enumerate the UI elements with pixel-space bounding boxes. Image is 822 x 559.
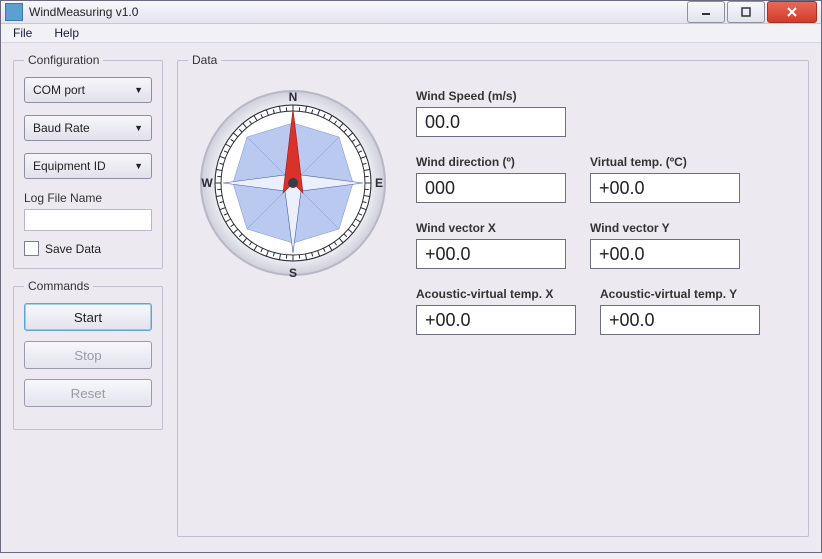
wind-direction-field: Wind direction (º) 000	[416, 155, 566, 203]
content-area: Configuration COM port ▼ Baud Rate ▼ Equ…	[1, 43, 821, 559]
wind-vector-x-label: Wind vector X	[416, 221, 566, 235]
data-legend: Data	[188, 53, 221, 67]
configuration-legend: Configuration	[24, 53, 103, 67]
cardinal-e: E	[375, 176, 383, 190]
virtual-temp-label: Virtual temp. (ºC)	[590, 155, 740, 169]
menu-file[interactable]: File	[9, 24, 36, 42]
readouts: Wind Speed (m/s) 00.0 Wind direction (º)…	[416, 83, 798, 335]
wind-vector-x-value: +00.0	[416, 239, 566, 269]
compass-wrap: N E S W	[188, 83, 398, 335]
commands-group: Commands Start Stop Reset	[13, 279, 163, 430]
baud-rate-label: Baud Rate	[33, 121, 90, 135]
chevron-down-icon: ▼	[134, 123, 143, 133]
start-button[interactable]: Start	[24, 303, 152, 331]
cardinal-s: S	[289, 266, 297, 280]
wind-speed-value: 00.0	[416, 107, 566, 137]
maximize-button[interactable]	[727, 1, 765, 23]
menu-help[interactable]: Help	[50, 24, 83, 42]
window-controls	[687, 1, 817, 23]
right-column: Data	[177, 53, 809, 547]
close-button[interactable]	[767, 1, 817, 23]
data-inner: N E S W Wind Speed (m/s) 00.0	[188, 77, 798, 335]
wind-direction-value: 000	[416, 173, 566, 203]
wind-vector-y-field: Wind vector Y +00.0	[590, 221, 740, 269]
acoustic-temp-x-field: Acoustic-virtual temp. X +00.0	[416, 287, 576, 335]
log-file-name-input[interactable]	[24, 209, 152, 231]
compass-icon: N E S W	[193, 83, 393, 283]
wind-direction-label: Wind direction (º)	[416, 155, 566, 169]
wind-vector-y-value: +00.0	[590, 239, 740, 269]
app-icon	[5, 3, 23, 21]
virtual-temp-field: Virtual temp. (ºC) +00.0	[590, 155, 740, 203]
chevron-down-icon: ▼	[134, 161, 143, 171]
close-icon	[786, 7, 798, 17]
wind-vector-y-label: Wind vector Y	[590, 221, 740, 235]
virtual-temp-value: +00.0	[590, 173, 740, 203]
equipment-id-label: Equipment ID	[33, 159, 106, 173]
wind-speed-field: Wind Speed (m/s) 00.0	[416, 89, 566, 137]
window-title: WindMeasuring v1.0	[29, 5, 687, 19]
menubar: File Help	[1, 24, 821, 43]
wind-vector-x-field: Wind vector X +00.0	[416, 221, 566, 269]
acoustic-temp-x-value: +00.0	[416, 305, 576, 335]
maximize-icon	[741, 7, 751, 17]
equipment-id-dropdown[interactable]: Equipment ID ▼	[24, 153, 152, 179]
data-group: Data	[177, 53, 809, 537]
cardinal-w: W	[201, 176, 213, 190]
acoustic-temp-y-field: Acoustic-virtual temp. Y +00.0	[600, 287, 760, 335]
com-port-label: COM port	[33, 83, 85, 97]
save-data-checkbox[interactable]	[24, 241, 39, 256]
left-column: Configuration COM port ▼ Baud Rate ▼ Equ…	[13, 53, 163, 547]
acoustic-temp-y-label: Acoustic-virtual temp. Y	[600, 287, 760, 301]
acoustic-temp-y-value: +00.0	[600, 305, 760, 335]
log-file-name-label: Log File Name	[24, 191, 152, 205]
chevron-down-icon: ▼	[134, 85, 143, 95]
stop-button[interactable]: Stop	[24, 341, 152, 369]
minimize-icon	[701, 7, 711, 17]
reset-button[interactable]: Reset	[24, 379, 152, 407]
cardinal-n: N	[289, 90, 298, 104]
com-port-dropdown[interactable]: COM port ▼	[24, 77, 152, 103]
save-data-label: Save Data	[45, 242, 101, 256]
wind-speed-label: Wind Speed (m/s)	[416, 89, 566, 103]
baud-rate-dropdown[interactable]: Baud Rate ▼	[24, 115, 152, 141]
configuration-group: Configuration COM port ▼ Baud Rate ▼ Equ…	[13, 53, 163, 269]
acoustic-temp-x-label: Acoustic-virtual temp. X	[416, 287, 576, 301]
save-data-row: Save Data	[24, 241, 152, 256]
titlebar: WindMeasuring v1.0	[1, 1, 821, 24]
app-window: WindMeasuring v1.0 File Help Configurati…	[0, 0, 822, 553]
minimize-button[interactable]	[687, 1, 725, 23]
commands-legend: Commands	[24, 279, 93, 293]
